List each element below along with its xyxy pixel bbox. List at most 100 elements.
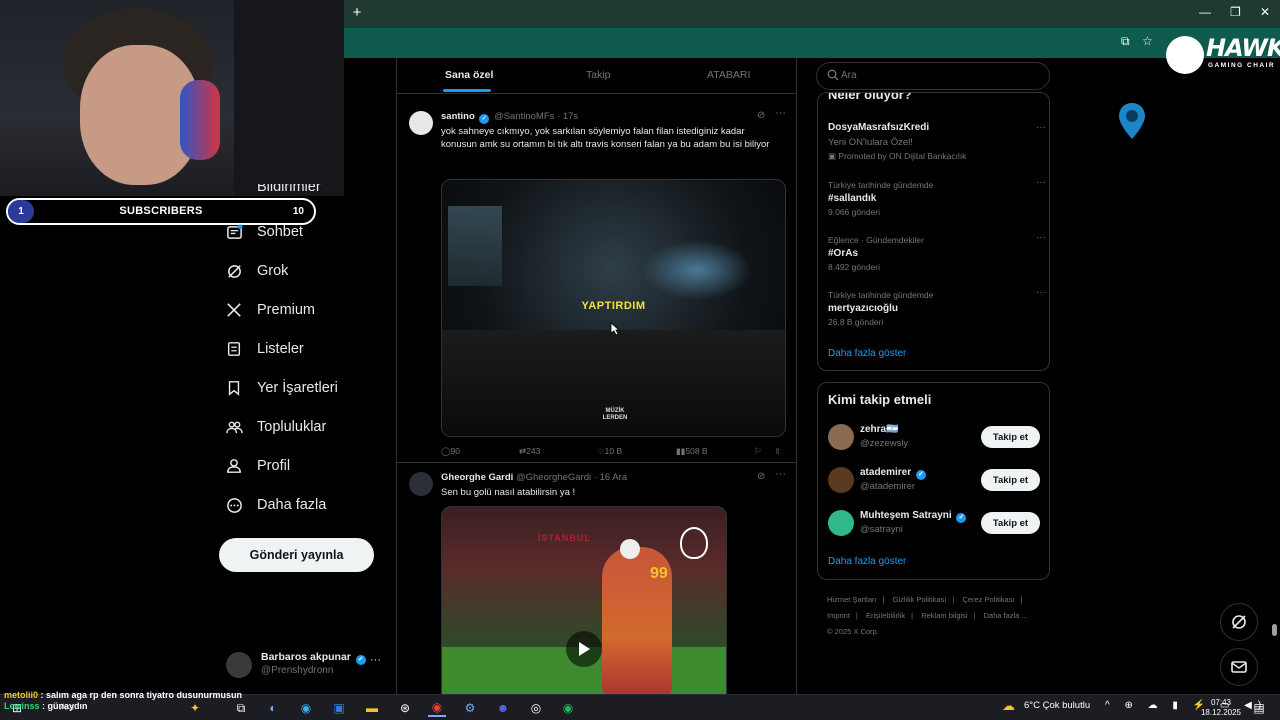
more-icon[interactable]: ··· [1036, 232, 1046, 243]
nav-daha-fazla[interactable]: Daha fazla [225, 496, 326, 514]
edge-icon[interactable]: ◉ [297, 699, 315, 717]
tweet-author-handle[interactable]: @SantinoMFs [494, 111, 554, 122]
tweet-author-handle[interactable]: @GheorgheGardi [516, 472, 591, 483]
tweet-author-name[interactable]: santino [441, 111, 475, 122]
footer-link[interactable]: Gizlilik Politikası [893, 595, 947, 604]
verified-badge-icon: ✓ [479, 114, 490, 124]
footer-links: Hizmet Şartları | Gizlilik Politikası | Çe… [827, 595, 1028, 636]
promoted-by: Promoted by ON Dijital Bankacılık [838, 151, 967, 161]
steam-icon[interactable]: ⚙ [461, 699, 479, 717]
trends-panel: Neler oluyor? DosyaMasrafsızKredi Yeni O… [817, 92, 1050, 371]
tweet-video[interactable]: YAPTIRDIM MÜZİK LERDEN [441, 179, 786, 437]
nav-profil[interactable]: Profil [225, 457, 290, 475]
scrollbar-thumb[interactable] [1272, 624, 1277, 636]
tab-sana-ozel[interactable]: Sana özel [445, 69, 493, 81]
close-icon[interactable]: ✕ [1260, 5, 1270, 19]
search-input[interactable]: Ara [816, 62, 1050, 90]
messages-fab[interactable] [1220, 648, 1258, 686]
nav-yer-isaretleri[interactable]: Yer İşaretleri [225, 379, 338, 397]
promoted-trend[interactable]: DosyaMasrafsızKredi Yeni ON'lulara Özel!… [828, 122, 1046, 162]
weather-icon: ☁ [1002, 698, 1015, 713]
reply-count: 90 [450, 446, 460, 456]
install-app-icon[interactable]: ⧉ [1121, 34, 1130, 49]
suggestion-name: zehra🇦🇷 [860, 424, 899, 435]
repost-button[interactable]: ⇄ 243 [519, 446, 540, 457]
nav-grok[interactable]: Grok [225, 262, 288, 280]
divider [397, 462, 796, 463]
nav-topluluklar[interactable]: Topluluklar [225, 418, 326, 436]
suggestion-name: atademirer [860, 467, 912, 478]
notifications-icon[interactable]: ▤ [1250, 699, 1268, 717]
weather-text[interactable]: 6°C Çok bulutlu [1024, 700, 1090, 711]
grok-fab[interactable] [1220, 603, 1258, 641]
reply-button[interactable]: ◯ 90 [441, 446, 460, 457]
show-more-trends-link[interactable]: Daha fazla göster [828, 348, 906, 359]
follow-suggestion[interactable]: Muhteşem Satrayni ✓ @satrayni Takip et [828, 508, 1040, 538]
trend-item[interactable]: Türkiye tarihinde gündemde #sallandık 9.… [828, 177, 1046, 217]
more-icon[interactable]: ··· [1036, 177, 1046, 188]
grok-explain-icon[interactable]: ⊘ [757, 110, 765, 121]
footer-link[interactable]: Hizmet Şartları [827, 595, 877, 604]
more-icon[interactable]: ··· [775, 468, 786, 480]
more-icon[interactable]: ··· [1036, 122, 1046, 133]
file-explorer-icon[interactable]: ▬ [363, 699, 381, 717]
tab-takip[interactable]: Takip [586, 69, 611, 81]
chat-message: metolii0 : salım aga rp den sonra tiyatr… [4, 690, 243, 700]
trend-item[interactable]: Eğlence · Gündemdekiler #OrAs 8.492 gönd… [828, 232, 1046, 272]
nav-sohbet[interactable]: Sohbet [225, 223, 303, 241]
spotify-icon[interactable]: ◉ [559, 699, 577, 717]
trend-item[interactable]: Türkiye tarihinde gündemde mertyazıcıoğl… [828, 287, 1046, 327]
tweet-video[interactable]: İSTANBUL 99 [441, 506, 727, 694]
grok-explain-icon[interactable]: ⊘ [757, 471, 765, 482]
more-icon[interactable]: ··· [775, 107, 786, 119]
trend-context: Eğlence · Gündemdekiler [828, 235, 924, 245]
discord-icon[interactable]: ☻ [494, 699, 512, 717]
verified-badge-icon: ✓ [355, 655, 366, 665]
chat-text: günaydın [47, 701, 88, 711]
restore-icon[interactable]: ❐ [1230, 5, 1241, 19]
tweet-time[interactable]: 17s [563, 111, 578, 122]
bookmark-icon[interactable]: ⚐ [754, 446, 762, 457]
views-button[interactable]: ▮▮ 508 B [676, 446, 708, 457]
tab-atabari[interactable]: ATABARI [707, 69, 750, 81]
footer-link[interactable]: Daha fazla ... [984, 611, 1028, 620]
account-switcher[interactable]: Barbaros akpunar ✓ @Prenshydronn ··· [226, 648, 386, 684]
follow-suggestion[interactable]: zehra🇦🇷 @zezewsly Takip et [828, 422, 1040, 452]
stage-screen [448, 206, 502, 286]
bookmark-star-icon[interactable]: ☆ [1142, 34, 1153, 48]
nav-listeler[interactable]: Listeler [225, 340, 304, 358]
tweet-author-name[interactable]: Gheorghe Gardi [441, 472, 513, 483]
play-icon[interactable] [566, 631, 602, 667]
who-to-follow-title: Kimi takip etmeli [828, 392, 932, 407]
system-tray-icons[interactable]: ^ ⊕ ☁ ▮ ⚡ ▭ ◀) [1105, 700, 1267, 711]
follow-suggestion[interactable]: atademirer ✓ @atademirer Takip et [828, 465, 1040, 495]
copilot-app-icon[interactable]: ◐ [264, 699, 282, 717]
tweet[interactable]: santino ✓ @SantinoMFs · 17s ⊘ ··· yok sa… [397, 107, 796, 461]
show-more-who-link[interactable]: Daha fazla göster [828, 556, 906, 567]
footer-link[interactable]: Çerez Politikası [962, 595, 1014, 604]
obs-icon[interactable]: ◎ [527, 699, 545, 717]
footer-link[interactable]: Erişilebilirlik [866, 611, 905, 620]
footer-link[interactable]: Reklam bilgisi [921, 611, 967, 620]
chrome-icon[interactable]: ◉ [428, 699, 446, 717]
like-button[interactable]: ♡ 10 B [597, 446, 622, 457]
tweet[interactable]: Gheorghe Gardi @GheorgheGardi · 16 Ara ⊘… [397, 468, 796, 694]
follow-button[interactable]: Takip et [981, 426, 1040, 448]
tweet-time[interactable]: 16 Ara [600, 472, 627, 483]
clock[interactable]: 07:43 18.12.2025 [1200, 698, 1242, 718]
minimize-icon[interactable]: — [1199, 5, 1211, 19]
outlook-icon[interactable]: ▣ [330, 699, 348, 717]
post-button[interactable]: Gönderi yayınla [219, 538, 374, 572]
nav-notifications[interactable]: Bildirimler [225, 184, 321, 196]
app-icon[interactable]: ⊛ [396, 699, 414, 717]
sponsor-brand: HAWK [1206, 34, 1280, 62]
more-icon[interactable]: ··· [370, 654, 381, 666]
chat-message: Lewinss : günaydın [4, 701, 88, 711]
follow-button[interactable]: Takip et [981, 512, 1040, 534]
footer-link[interactable]: Imprint [827, 611, 850, 620]
nav-premium[interactable]: Premium [225, 301, 315, 319]
more-icon[interactable]: ··· [1036, 287, 1046, 298]
new-tab-button[interactable]: + [348, 4, 366, 21]
follow-button[interactable]: Takip et [981, 469, 1040, 491]
share-icon[interactable]: ⇪ [774, 446, 781, 457]
